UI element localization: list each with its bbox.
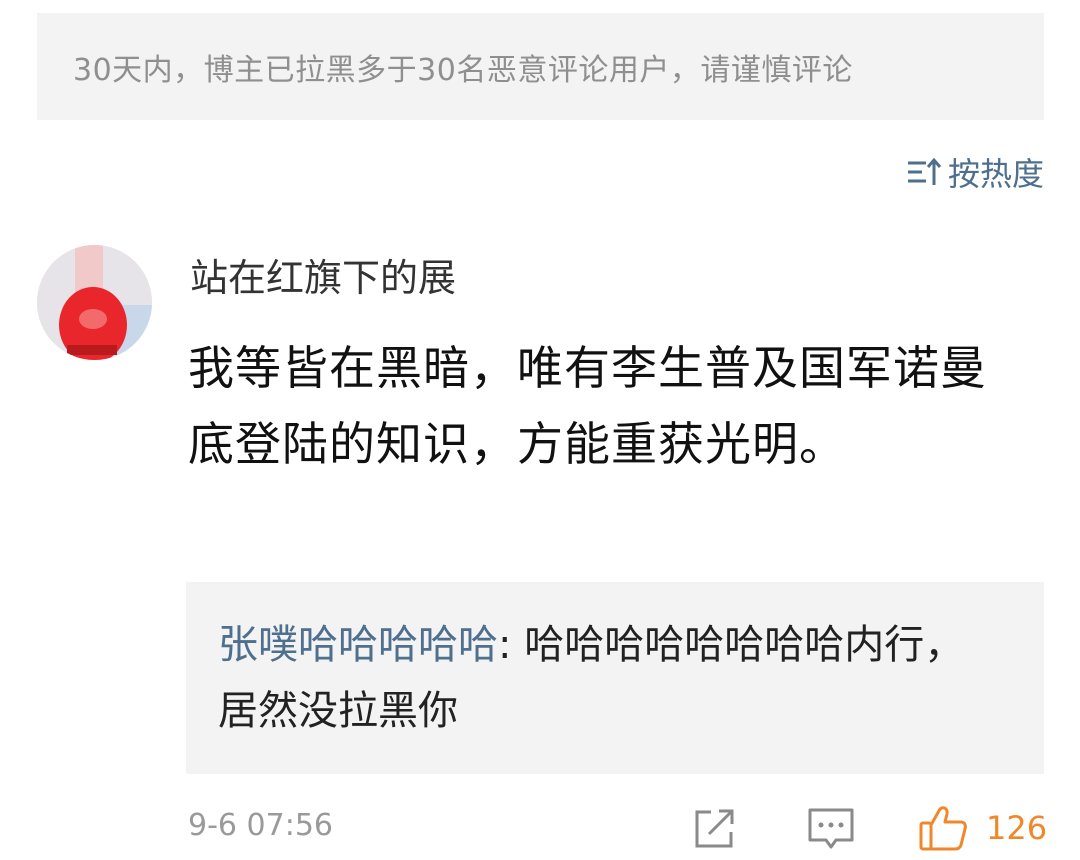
notice-text: 30天内，博主已拉黑多于30名恶意评论用户，请谨慎评论: [73, 52, 853, 88]
reply-separator: :: [498, 622, 525, 668]
avatar-image: [37, 245, 152, 360]
thumbs-up-icon: [919, 806, 967, 851]
comment-page: 30天内，博主已拉黑多于30名恶意评论用户，请谨慎评论 按热度 站在红旗下的展 …: [0, 0, 1080, 860]
comment-username[interactable]: 站在红旗下的展: [190, 250, 456, 306]
reply-preview[interactable]: 张噗哈哈哈哈哈: 哈哈哈哈哈哈哈哈内行，居然没拉黑你: [186, 582, 1044, 774]
like-count: 126: [986, 809, 1048, 847]
comment-footer: 9-6 07:56 126: [188, 798, 1047, 860]
reply-username[interactable]: 张噗哈哈哈哈哈: [218, 622, 498, 668]
comment-icon[interactable]: [806, 806, 856, 852]
avatar[interactable]: [37, 245, 152, 360]
comment-timestamp: 9-6 07:56: [188, 808, 333, 843]
share-icon[interactable]: [691, 806, 737, 852]
blacklist-notice: 30天内，博主已拉黑多于30名恶意评论用户，请谨慎评论: [37, 13, 1044, 120]
sort-by-popularity-button[interactable]: 按热度: [906, 148, 1044, 196]
like-button[interactable]: 126: [918, 802, 1047, 854]
sort-icon: [907, 157, 942, 185]
sort-label: 按热度: [947, 155, 1044, 193]
comment-content: 我等皆在黑暗，唯有李生普及国军诺曼底登陆的知识，方能重获光明。: [188, 341, 987, 471]
